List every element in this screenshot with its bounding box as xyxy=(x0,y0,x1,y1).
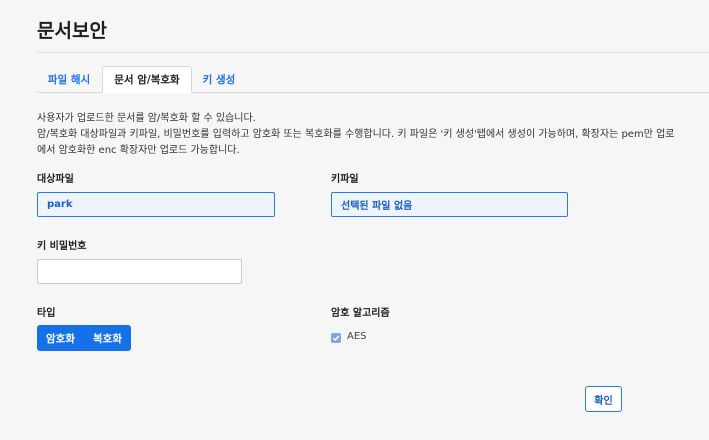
type-label: 타입 xyxy=(37,308,56,319)
check-icon xyxy=(332,335,340,342)
description-line: 사용자가 업로드한 문서를 암/복호화 할 수 있습니다. xyxy=(37,113,256,124)
target-file-input[interactable]: park xyxy=(37,192,275,217)
description: 사용자가 업로드한 문서를 암/복호화 할 수 있습니다. 암/복호화 대상파일… xyxy=(37,111,709,159)
aes-checkbox-label: AES xyxy=(347,331,367,342)
decrypt-button[interactable]: 복호화 xyxy=(84,325,131,351)
description-line: 에서 암호화한 enc 확장자만 업로드 가능합니다. xyxy=(37,145,240,156)
encrypt-button[interactable]: 암호화 xyxy=(37,325,84,351)
key-password-label: 키 비밀번호 xyxy=(37,241,87,252)
description-line: 암/복호화 대상파일과 키파일, 비밀번호를 입력하고 암호화 또는 복호화를 … xyxy=(37,129,675,140)
algorithm-label: 암호 알고리즘 xyxy=(331,308,390,319)
title-divider xyxy=(37,52,709,53)
tab-file-hash[interactable]: 파일 해시 xyxy=(37,66,101,93)
target-file-label: 대상파일 xyxy=(37,174,74,185)
tab-document-encrypt-decrypt[interactable]: 문서 암/복호화 xyxy=(102,66,192,93)
key-password-input[interactable] xyxy=(37,259,242,284)
aes-checkbox[interactable] xyxy=(331,333,341,343)
key-file-input[interactable]: 선택된 파일 없음 xyxy=(331,192,568,217)
page-title: 문서보안 xyxy=(37,20,107,42)
type-toggle: 암호화 복호화 xyxy=(37,325,131,351)
key-file-label: 키파일 xyxy=(331,174,359,185)
tab-key-generation[interactable]: 키 생성 xyxy=(193,66,245,93)
confirm-button[interactable]: 확인 xyxy=(585,386,622,412)
